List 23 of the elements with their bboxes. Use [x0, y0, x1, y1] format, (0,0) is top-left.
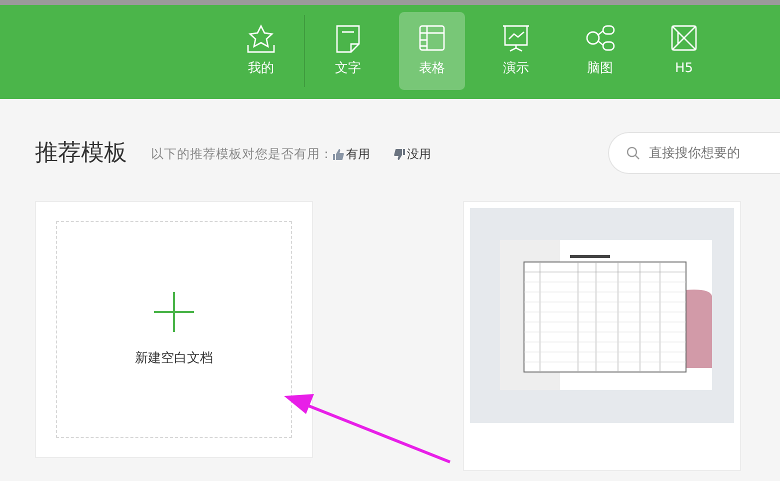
thumbs-up-icon: [333, 148, 344, 160]
search-field[interactable]: 直接搜你想要的: [608, 132, 780, 174]
nav-tab[interactable]: 演示: [483, 12, 549, 90]
plus-icon: [153, 290, 195, 333]
template-card[interactable]: [463, 201, 741, 471]
nav-tab[interactable]: H5: [651, 12, 717, 90]
square-icon: [669, 23, 699, 54]
thumbs-down-icon: [394, 148, 405, 160]
star-icon: [246, 23, 276, 54]
table-icon: [417, 23, 447, 54]
section-title: 推荐模板: [35, 138, 127, 168]
mind-map-icon: [585, 23, 615, 54]
useless-button[interactable]: 没用: [394, 145, 431, 163]
nav-tab[interactable]: 表格: [399, 12, 465, 90]
feedback-hint: 以下的推荐模板对您是否有用：: [151, 144, 333, 163]
blank-document-card[interactable]: 新建空白文档: [35, 201, 313, 458]
nav-tab[interactable]: 文字: [315, 12, 381, 90]
nav-tab[interactable]: 脑图: [567, 12, 633, 90]
new-blank-document-label: 新建空白文档: [135, 350, 213, 368]
useful-button[interactable]: 有用: [333, 145, 370, 163]
nav-tab[interactable]: 我的: [228, 12, 294, 90]
search-icon: [626, 146, 640, 160]
presentation-icon: [501, 23, 531, 54]
